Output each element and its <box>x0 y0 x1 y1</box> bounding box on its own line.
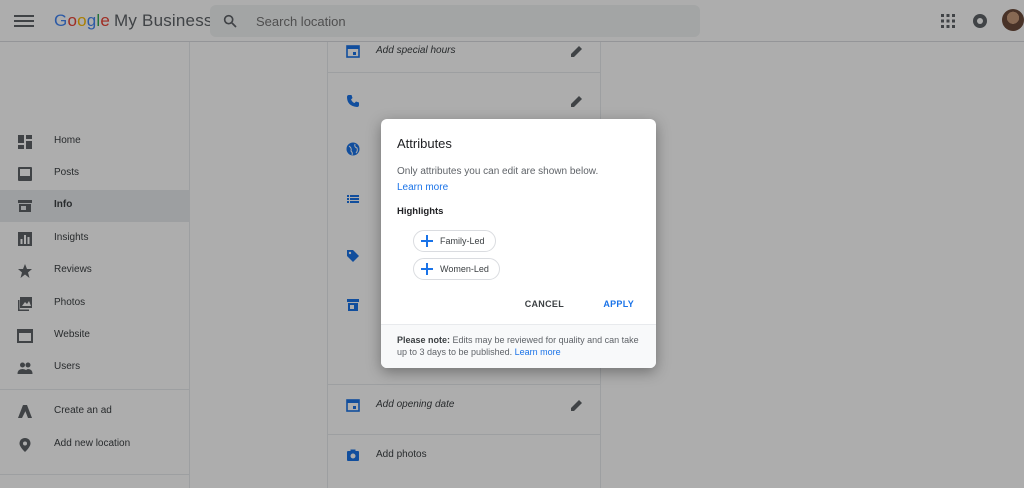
note-learn-more-link[interactable]: Learn more <box>515 347 561 357</box>
dialog-description: Only attributes you can edit are shown b… <box>397 166 599 177</box>
chip-label: Women-Led <box>440 264 489 274</box>
apply-button[interactable]: APPLY <box>603 299 634 309</box>
plus-icon <box>421 235 433 247</box>
chip-label: Family-Led <box>440 236 485 246</box>
learn-more-link[interactable]: Learn more <box>397 182 448 193</box>
review-note: Please note: Edits may be reviewed for q… <box>381 324 656 368</box>
dialog-title: Attributes <box>397 136 452 151</box>
attribute-chip-women-led[interactable]: Women-Led <box>413 258 500 280</box>
note-label: Please note: <box>397 335 451 345</box>
plus-icon <box>421 263 433 275</box>
attributes-dialog: Attributes Only attributes you can edit … <box>381 119 656 368</box>
section-heading: Highlights <box>397 206 444 217</box>
cancel-button[interactable]: CANCEL <box>525 299 564 309</box>
attribute-chip-family-led[interactable]: Family-Led <box>413 230 496 252</box>
